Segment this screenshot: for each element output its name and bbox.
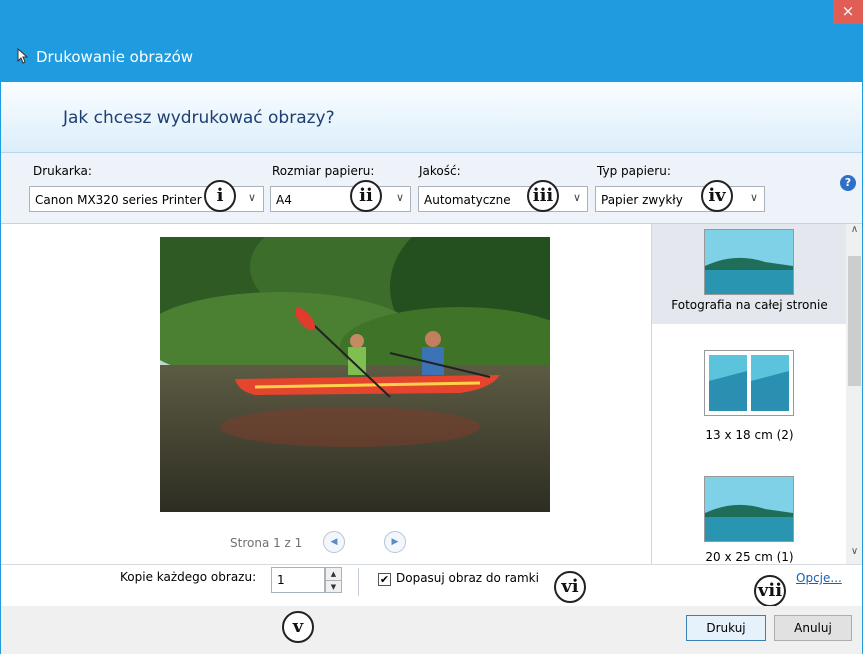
chevron-down-icon: ∨ — [573, 191, 582, 204]
cancel-button[interactable]: Anuluj — [774, 615, 852, 641]
window-title: Drukowanie obrazów — [36, 48, 194, 66]
help-icon[interactable]: ? — [840, 175, 856, 191]
chevron-down-icon: ∨ — [248, 191, 257, 204]
options-link[interactable]: Opcje... — [796, 571, 842, 585]
layout-item-20x25[interactable]: 20 x 25 cm (1) — [652, 476, 847, 564]
layout-thumbnail — [704, 476, 794, 542]
paper-type-label: Typ papieru: — [597, 164, 671, 178]
layout-list: Fotografia na całej stronie 13 x 18 cm (… — [651, 224, 863, 564]
paper-size-label: Rozmiar papieru: — [272, 164, 375, 178]
photo-preview — [160, 237, 550, 512]
copies-label: Kopie każdego obrazu: — [120, 570, 257, 584]
chevron-down-icon: ∨ — [396, 191, 405, 204]
increment-icon[interactable]: ▲ — [326, 568, 341, 581]
layout-item-13x18[interactable]: 13 x 18 cm (2) — [652, 344, 847, 444]
dialog-header: Jak chcesz wydrukować obrazy? — [0, 82, 863, 153]
next-page-icon[interactable]: ▶ — [384, 531, 406, 553]
fit-picture-checkbox[interactable]: ✔ — [378, 573, 391, 586]
print-button[interactable]: Drukuj — [686, 615, 766, 641]
header-question: Jak chcesz wydrukować obrazy? — [63, 108, 335, 128]
callout-ii: ii — [350, 180, 382, 212]
scroll-thumb[interactable] — [848, 256, 861, 386]
layout-label: Fotografia na całej stronie — [671, 298, 828, 312]
callout-i: i — [204, 180, 236, 212]
print-pictures-dialog: × Drukowanie obrazów Jak chcesz wydrukow… — [0, 0, 863, 654]
printer-label: Drukarka: — [33, 164, 92, 178]
callout-iii: iii — [527, 180, 559, 212]
window-border-left — [0, 82, 1, 654]
quality-label: Jakość: — [419, 164, 461, 178]
printer-value: Canon MX320 series Printer — [35, 193, 202, 207]
callout-vii: vii — [754, 575, 786, 607]
paper-type-select[interactable]: Papier zwykły — [595, 186, 765, 212]
callout-vi: vi — [554, 571, 586, 603]
layout-scrollbar[interactable]: ∧ ∨ — [846, 224, 863, 564]
copies-input[interactable]: 1 — [271, 567, 325, 593]
quality-select[interactable]: Automatyczne — [418, 186, 588, 212]
callout-iv: iv — [701, 180, 733, 212]
paper-size-select[interactable]: A4 — [270, 186, 411, 212]
layout-thumbnail — [704, 229, 794, 295]
paper-type-value: Papier zwykły — [601, 193, 683, 207]
title-bar — [0, 0, 863, 82]
page-indicator: Strona 1 z 1 — [230, 536, 303, 550]
options-separator — [358, 568, 359, 596]
chevron-down-icon: ∨ — [750, 191, 759, 204]
fit-picture-label[interactable]: Dopasuj obraz do ramki — [396, 571, 539, 585]
previous-page-icon[interactable]: ◀ — [323, 531, 345, 553]
scroll-down-icon[interactable]: ∨ — [846, 546, 863, 557]
layout-label: 13 x 18 cm (2) — [705, 428, 794, 442]
close-button[interactable]: × — [833, 0, 863, 24]
layout-label: 20 x 25 cm (1) — [705, 550, 794, 564]
layout-item-full-page[interactable]: Fotografia na całej stronie — [652, 224, 847, 324]
print-pictures-icon — [17, 48, 29, 64]
copies-stepper[interactable]: ▲ ▼ — [325, 567, 342, 593]
callout-v: v — [282, 611, 314, 643]
scroll-up-icon[interactable]: ∧ — [846, 224, 863, 235]
decrement-icon[interactable]: ▼ — [326, 581, 341, 593]
quality-value: Automatyczne — [424, 193, 511, 207]
layout-thumbnail — [704, 350, 794, 416]
paper-size-value: A4 — [276, 193, 292, 207]
